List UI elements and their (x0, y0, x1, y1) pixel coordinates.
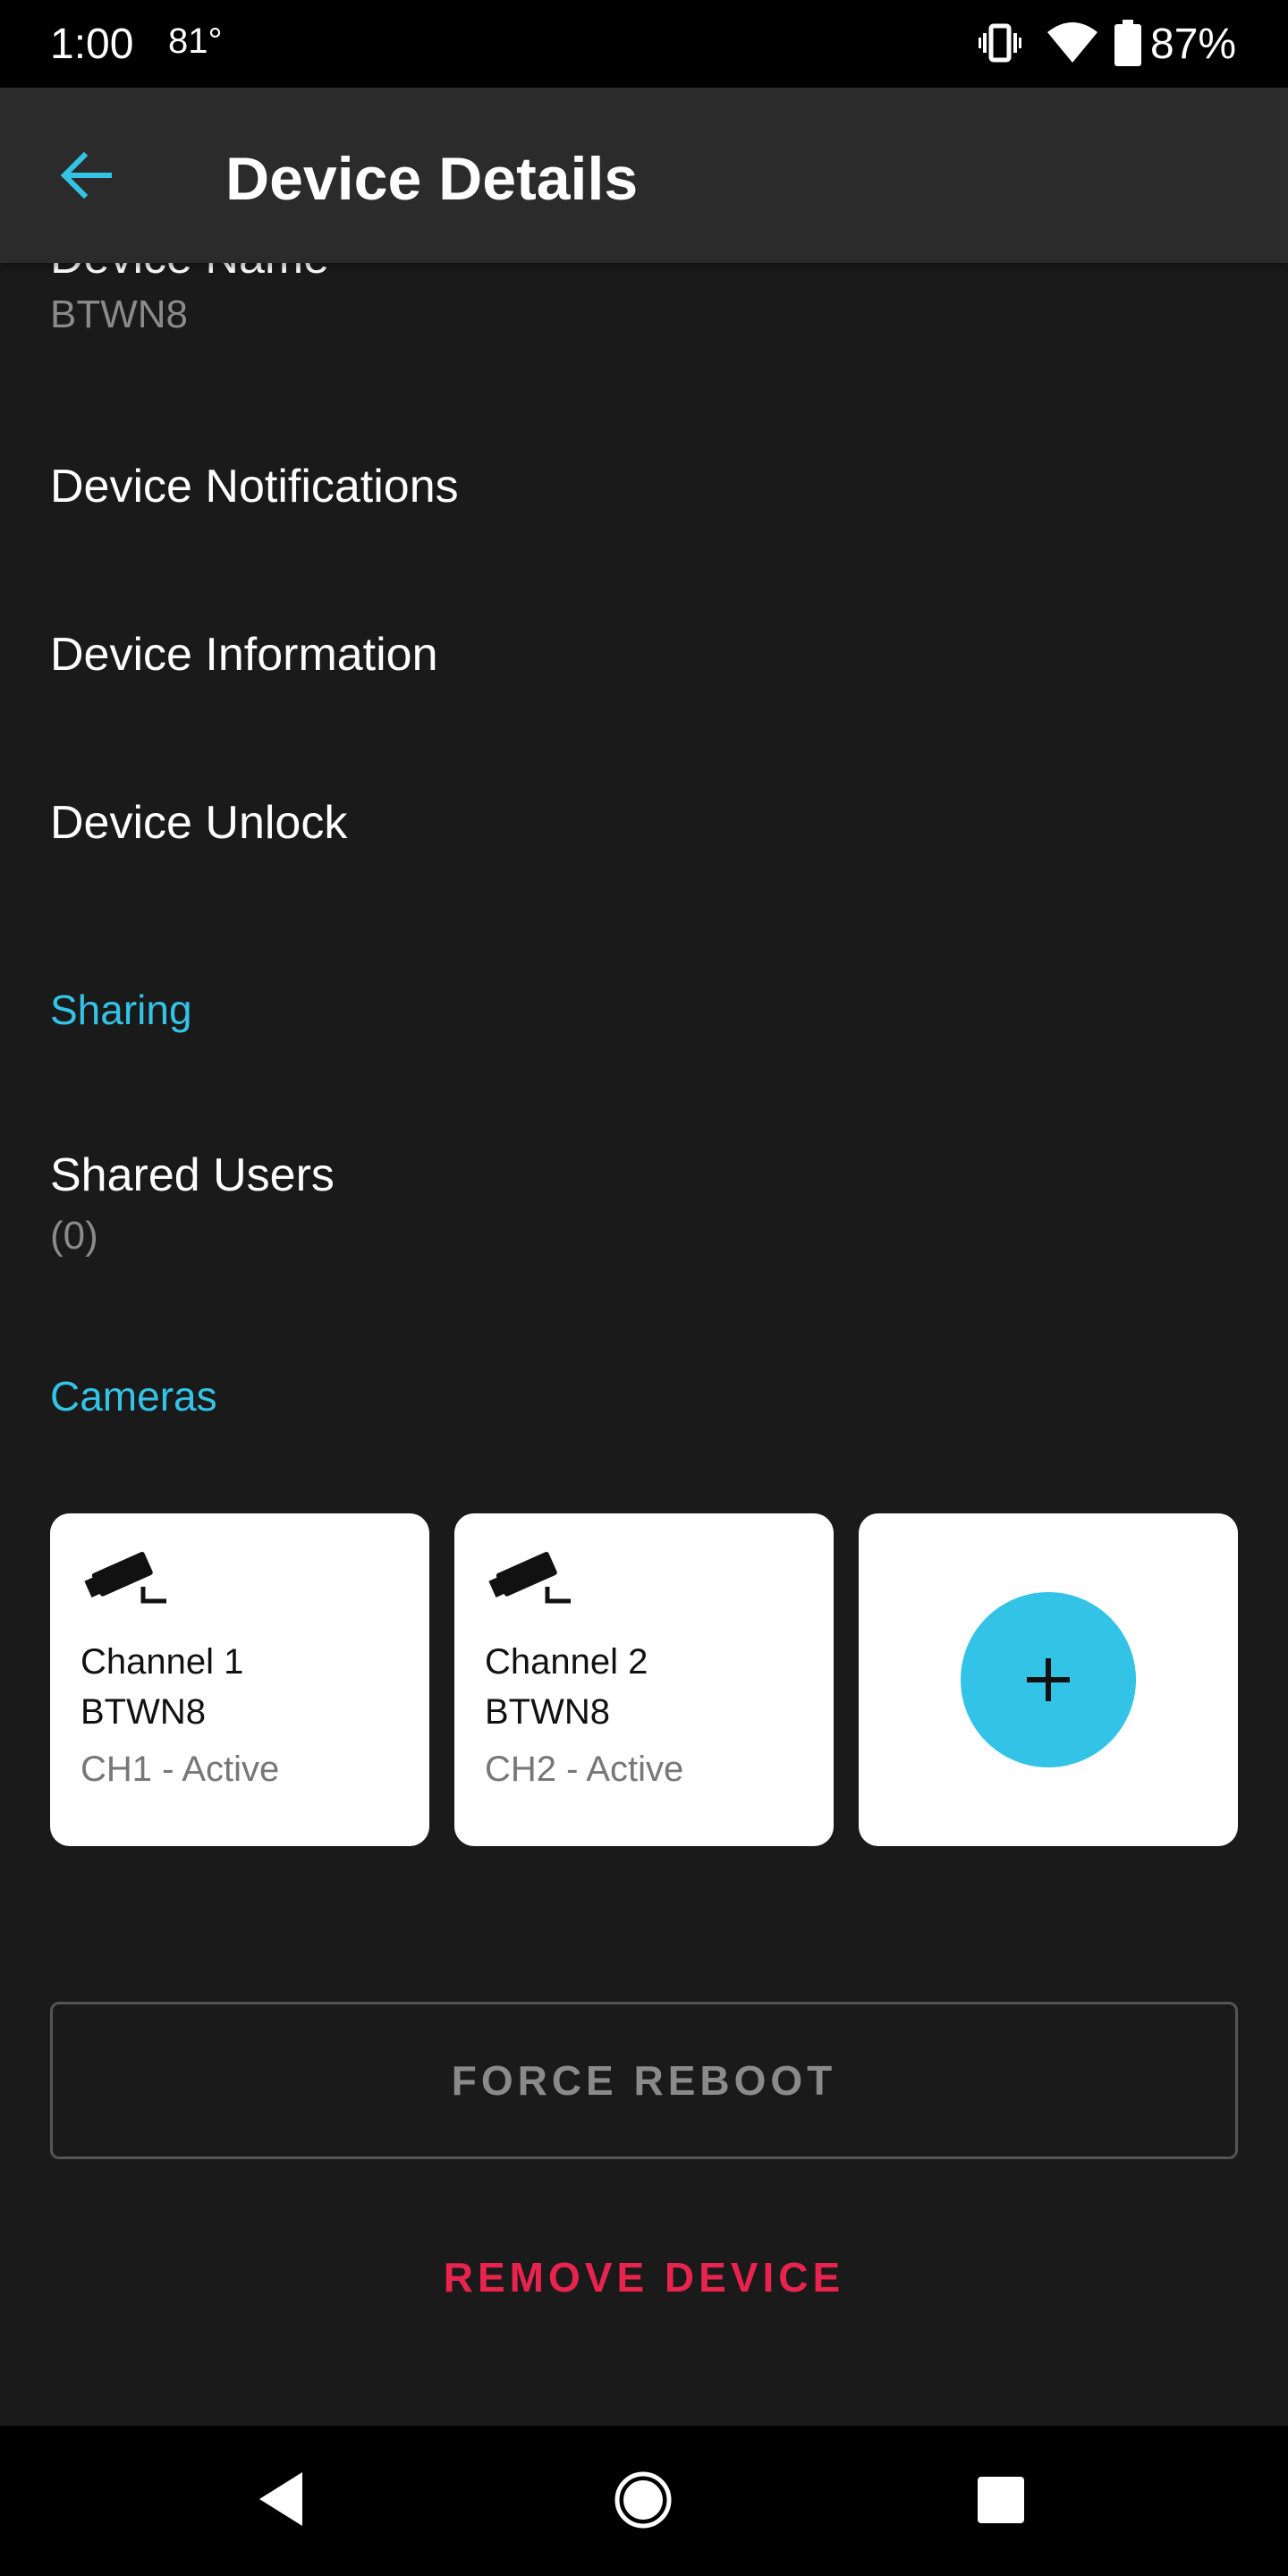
device-details-list[interactable]: Device Name BTWN8 Device Notifications D… (0, 263, 1288, 2426)
camera-card-channel-2[interactable]: Channel 2 BTWN8 CH2 - Active (454, 1513, 834, 1846)
camera-card-status: CH1 - Active (80, 1750, 280, 1789)
add-camera-button[interactable] (961, 1592, 1136, 1767)
status-bar: 1:00 81° 87% (0, 0, 1288, 88)
camera-card-status: CH2 - Active (485, 1750, 684, 1789)
camera-card-device: BTWN8 (485, 1692, 610, 1732)
square-recents-icon[interactable] (977, 2476, 1025, 2529)
battery-icon (1114, 20, 1141, 71)
device-unlock-item[interactable]: Device Unlock (50, 794, 347, 852)
camera-card-name: Channel 2 (485, 1642, 648, 1682)
sharing-section-header: Sharing (50, 987, 192, 1033)
security-camera-icon (80, 1546, 166, 1614)
remove-device-button[interactable]: REMOVE DEVICE (0, 2249, 1288, 2306)
app-bar: Device Details (0, 88, 1288, 263)
system-nav-bar (0, 2426, 1288, 2576)
wifi-icon (1046, 21, 1098, 69)
circle-home-icon[interactable] (614, 2470, 673, 2534)
shared-users-item[interactable]: Shared Users (50, 1147, 335, 1204)
back-button[interactable] (50, 140, 122, 211)
triangle-back-icon[interactable] (256, 2470, 306, 2532)
security-camera-icon (485, 1546, 571, 1614)
device-name-value: BTWN8 (50, 292, 188, 336)
add-camera-card[interactable] (859, 1513, 1238, 1846)
camera-card-name: Channel 1 (80, 1642, 244, 1682)
device-notifications-item[interactable]: Device Notifications (50, 458, 459, 515)
shared-users-count: (0) (50, 1214, 98, 1258)
camera-card-device: BTWN8 (80, 1692, 206, 1732)
device-information-item[interactable]: Device Information (50, 626, 438, 683)
battery-percentage: 87% (1150, 21, 1237, 68)
force-reboot-button[interactable]: FORCE REBOOT (50, 2002, 1238, 2159)
status-time: 1:00 (50, 21, 134, 68)
device-name-label[interactable]: Device Name (50, 263, 329, 286)
cameras-section-header: Cameras (50, 1373, 217, 1419)
arrow-left-icon (60, 152, 112, 199)
status-temperature: 81° (168, 21, 223, 61)
camera-card-channel-1[interactable]: Channel 1 BTWN8 CH1 - Active (50, 1513, 429, 1846)
vibrate-icon (979, 22, 1021, 68)
page-title: Device Details (225, 145, 639, 213)
plus-icon (1027, 1658, 1070, 1701)
